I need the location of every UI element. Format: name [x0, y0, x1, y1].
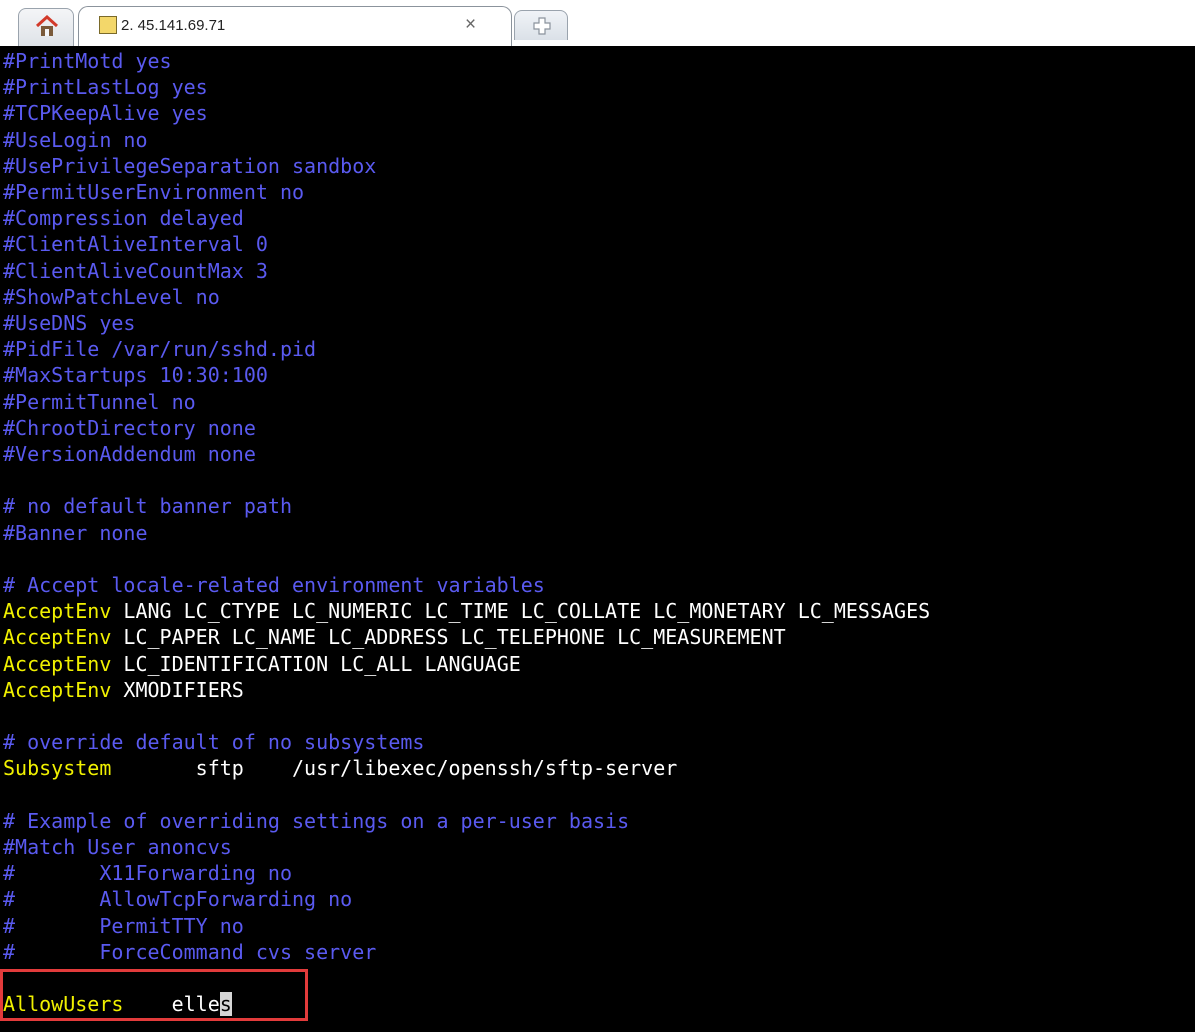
terminal-line: #UsePrivilegeSeparation sandbox	[3, 153, 376, 179]
terminal-line: #TCPKeepAlive yes	[3, 100, 208, 126]
comment-text: #Match User anoncvs	[3, 835, 232, 859]
terminal-line: # AllowTcpForwarding no	[3, 886, 352, 912]
directive-value: LC_IDENTIFICATION LC_ALL LANGUAGE	[111, 651, 521, 676]
terminal-line: #Compression delayed	[3, 205, 244, 231]
terminal-line: # Example of overriding settings on a pe…	[3, 808, 629, 834]
terminal-line: #PidFile /var/run/sshd.pid	[3, 336, 316, 362]
directive-value: LC_PAPER LC_NAME LC_ADDRESS LC_TELEPHONE…	[111, 625, 786, 650]
comment-text: #UsePrivilegeSeparation sandbox	[3, 153, 377, 178]
directive-value: XMODIFIERS	[111, 677, 244, 702]
comment-text: #Banner none	[3, 520, 148, 545]
comment-text: #Compression delayed	[3, 206, 244, 231]
comment-text: #PermitTunnel no	[3, 389, 196, 414]
terminal-line: #PrintLastLog yes	[3, 74, 208, 100]
terminal-line: #ChrootDirectory none	[3, 415, 256, 441]
comment-text: #UseLogin no	[3, 127, 148, 152]
comment-text: # AllowTcpForwarding no	[3, 887, 353, 912]
directive-keyword: AcceptEnv	[3, 599, 112, 624]
terminal-line: #ShowPatchLevel no	[3, 284, 220, 310]
terminal-line: #Banner none	[3, 520, 148, 546]
comment-text: #MaxStartups 10:30:100	[3, 363, 268, 388]
home-tab[interactable]	[18, 8, 74, 46]
session-tab[interactable]: 2. 45.141.69.71 ×	[78, 6, 512, 46]
comment-text: #ChrootDirectory none	[3, 415, 256, 440]
terminal-line: # no default banner path	[3, 493, 292, 519]
terminal-line: AcceptEnv LC_IDENTIFICATION LC_ALL LANGU…	[3, 651, 521, 677]
terminal-line: # PermitTTY no	[3, 913, 244, 939]
new-tab-button[interactable]	[514, 10, 568, 40]
directive-keyword: AcceptEnv	[3, 625, 112, 650]
terminal-line: # ForceCommand cvs server	[3, 939, 376, 965]
terminal-line: #Match User anoncvs	[3, 834, 232, 860]
directive-keyword: AcceptEnv	[3, 677, 112, 702]
terminal-line: AcceptEnv LC_PAPER LC_NAME LC_ADDRESS LC…	[3, 624, 786, 650]
comment-text: # ForceCommand cvs server	[3, 939, 377, 964]
home-icon	[35, 15, 59, 36]
session-key-icon	[99, 16, 117, 34]
directive-keyword: Subsystem	[3, 756, 112, 781]
terminal-line: #ClientAliveInterval 0	[3, 231, 268, 257]
comment-text: # override default of no subsystems	[3, 730, 425, 755]
terminal-line: #UseLogin no	[3, 127, 148, 153]
tab-bar: 2. 45.141.69.71 ×	[0, 0, 1195, 46]
comment-text: # Accept locale-related environment vari…	[3, 573, 545, 597]
terminal-line: #UseDNS yes	[3, 310, 135, 336]
terminal-line: Subsystem sftp /usr/libexec/openssh/sftp…	[3, 755, 677, 781]
directive-value: LANG LC_CTYPE LC_NUMERIC LC_TIME LC_COLL…	[111, 599, 931, 624]
terminal-line: AcceptEnv XMODIFIERS	[3, 677, 244, 703]
comment-text: #PrintLastLog yes	[3, 75, 208, 100]
comment-text: #PidFile /var/run/sshd.pid	[3, 337, 317, 362]
comment-text: #UseDNS yes	[3, 311, 136, 335]
comment-text: #TCPKeepAlive yes	[3, 101, 208, 126]
comment-text: #ClientAliveInterval 0	[3, 232, 268, 257]
comment-text: #ClientAliveCountMax 3	[3, 258, 268, 283]
comment-text: # PermitTTY no	[3, 913, 244, 938]
terminal-line: # Accept locale-related environment vari…	[3, 572, 545, 598]
close-tab-icon[interactable]: ×	[465, 14, 476, 36]
terminal-line: #PermitUserEnvironment no	[3, 179, 304, 205]
comment-text: # no default banner path	[3, 494, 292, 519]
terminal-line: # override default of no subsystems	[3, 729, 424, 755]
comment-text: #PermitUserEnvironment no	[3, 180, 305, 204]
comment-text: #PrintMotd yes	[3, 49, 172, 73]
comment-text: #VersionAddendum none	[3, 442, 256, 466]
comment-text: #ShowPatchLevel no	[3, 284, 220, 309]
comment-text: # X11Forwarding no	[3, 861, 292, 886]
directive-value: sftp /usr/libexec/openssh/sftp-server	[111, 756, 678, 781]
terminal-line: #PrintMotd yes	[3, 48, 172, 74]
terminal-line: #ClientAliveCountMax 3	[3, 258, 268, 284]
directive-keyword: AcceptEnv	[3, 651, 112, 676]
terminal-line: AcceptEnv LANG LC_CTYPE LC_NUMERIC LC_TI…	[3, 598, 930, 624]
terminal-line: #MaxStartups 10:30:100	[3, 362, 268, 388]
terminal-line: # X11Forwarding no	[3, 860, 292, 886]
highlight-box	[0, 969, 308, 1021]
terminal-view[interactable]: #PrintMotd yes #PrintLastLog yes #TCPKeepA…	[0, 46, 1195, 1032]
terminal-line: #PermitTunnel no	[3, 389, 196, 415]
new-tab-icon	[533, 17, 551, 35]
tab-title: 2. 45.141.69.71	[121, 17, 226, 34]
comment-text: # Example of overriding settings on a pe…	[3, 808, 630, 833]
terminal-line: #VersionAddendum none	[3, 441, 256, 467]
